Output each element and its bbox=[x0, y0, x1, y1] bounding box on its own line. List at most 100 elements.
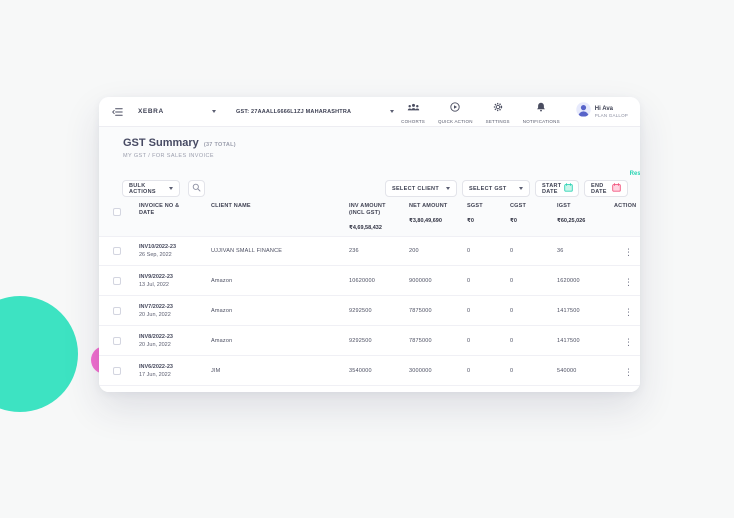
row-checkbox[interactable] bbox=[113, 367, 121, 375]
select-client-dropdown[interactable]: SELECT CLIENT bbox=[385, 180, 457, 197]
select-gst-dropdown[interactable]: SELECT GST bbox=[462, 180, 530, 197]
table-row[interactable]: INV6/2022-23 17 Jun, 2022 JIM 3540000 30… bbox=[99, 356, 640, 386]
invoice-date: 13 Jul, 2022 bbox=[139, 281, 211, 289]
nav-item-cohorts[interactable]: COHORTS bbox=[401, 99, 425, 124]
user-plan: PLAN GALLOP bbox=[595, 113, 628, 118]
end-date-label: END DATE bbox=[591, 183, 609, 195]
inv-amount-value: 236 bbox=[349, 248, 409, 254]
gst-dropdown[interactable]: GST: 27AAALL6666L1ZJ MAHARASHTRA bbox=[236, 109, 394, 115]
reset-filters-link[interactable]: Reset bbox=[630, 171, 640, 177]
notifications-icon bbox=[536, 99, 546, 117]
chevron-down-icon bbox=[169, 187, 173, 190]
select-all-checkbox[interactable] bbox=[113, 208, 121, 216]
total-cgst: ₹0 bbox=[510, 218, 557, 224]
invoice-date: 17 Jun, 2022 bbox=[139, 371, 211, 379]
column-header-client: CLIENT NAME bbox=[211, 203, 349, 210]
settings-icon bbox=[493, 99, 503, 117]
client-name: Amazon bbox=[211, 278, 349, 284]
table-body: INV10/2022-23 26 Sep, 2022 UJJIVAN SMALL… bbox=[99, 236, 640, 392]
invoice-number: INV8/2022-23 bbox=[139, 333, 211, 341]
net-amount-value: 3000000 bbox=[409, 368, 467, 374]
column-header-action: ACTION bbox=[614, 203, 640, 210]
total-net-amount: ₹3,80,49,690 bbox=[409, 218, 467, 224]
company-dropdown[interactable]: XEBRA bbox=[138, 108, 216, 115]
nav-item-notifications[interactable]: NOTIFICATIONS bbox=[523, 99, 560, 124]
total-sgst: ₹0 bbox=[467, 218, 510, 224]
calendar-icon bbox=[564, 183, 573, 194]
net-amount-value: 200 bbox=[409, 248, 467, 254]
chevron-down-icon bbox=[519, 187, 523, 190]
row-actions-kebab-icon[interactable]: ⋮ bbox=[620, 246, 637, 259]
menu-collapse-icon[interactable] bbox=[112, 107, 123, 117]
sgst-value: 0 bbox=[467, 308, 510, 314]
row-actions-kebab-icon[interactable]: ⋮ bbox=[620, 366, 637, 379]
table-row[interactable]: INV5/2022-23 14 Jun, 2022 ⋮ bbox=[99, 386, 640, 392]
table-header: INVOICE NO & DATE CLIENT NAME INV AMOUNT… bbox=[99, 203, 640, 231]
invoice-date: 20 Jun, 2022 bbox=[139, 341, 211, 349]
client-name: Amazon bbox=[211, 308, 349, 314]
sgst-value: 0 bbox=[467, 368, 510, 374]
row-actions-kebab-icon[interactable]: ⋮ bbox=[620, 336, 637, 349]
table-row[interactable]: INV10/2022-23 26 Sep, 2022 UJJIVAN SMALL… bbox=[99, 236, 640, 266]
search-icon bbox=[192, 183, 201, 194]
page-title: GST Summary bbox=[123, 137, 199, 149]
row-checkbox[interactable] bbox=[113, 307, 121, 315]
row-actions-kebab-icon[interactable]: ⋮ bbox=[620, 276, 637, 289]
igst-value: 1417500 bbox=[557, 338, 614, 344]
invoice-date: 26 Sep, 2022 bbox=[139, 251, 211, 259]
client-name: UJJIVAN SMALL FINANCE bbox=[211, 248, 349, 254]
column-header-invoice: INVOICE NO & DATE bbox=[139, 203, 181, 217]
net-amount-value: 7875000 bbox=[409, 308, 467, 314]
cgst-value: 0 bbox=[510, 338, 557, 344]
teal-circle-decoration bbox=[0, 296, 78, 412]
start-date-label: START DATE bbox=[542, 183, 561, 195]
inv-amount-value: 9292500 bbox=[349, 338, 409, 344]
column-header-sgst: SGST bbox=[467, 203, 510, 210]
bulk-actions-dropdown[interactable]: BULK ACTIONS bbox=[122, 180, 180, 197]
avatar bbox=[576, 102, 591, 122]
user-greeting: Hi Ava bbox=[595, 106, 628, 112]
nav-label: SETTINGS bbox=[486, 119, 510, 124]
cohorts-icon bbox=[407, 99, 420, 117]
inv-amount-value: 3540000 bbox=[349, 368, 409, 374]
start-date-picker[interactable]: START DATE bbox=[535, 180, 579, 197]
cgst-value: 0 bbox=[510, 278, 557, 284]
gst-dropdown-value: GST: 27AAALL6666L1ZJ MAHARASHTRA bbox=[236, 109, 351, 115]
brand-name: XEBRA bbox=[138, 108, 164, 115]
cgst-value: 0 bbox=[510, 248, 557, 254]
column-header-cgst: CGST bbox=[510, 203, 557, 210]
nav-label: QUICK ACTION bbox=[438, 119, 473, 124]
inv-amount-value: 9292500 bbox=[349, 308, 409, 314]
net-amount-value: 9000000 bbox=[409, 278, 467, 284]
table-row[interactable]: INV9/2022-23 13 Jul, 2022 Amazon 1062000… bbox=[99, 266, 640, 296]
quick-action-icon bbox=[450, 99, 460, 117]
column-header-net-amount: NET AMOUNT bbox=[409, 203, 455, 210]
igst-value: 1417500 bbox=[557, 308, 614, 314]
bulk-actions-label: BULK ACTIONS bbox=[129, 183, 169, 195]
row-checkbox[interactable] bbox=[113, 247, 121, 255]
calendar-icon bbox=[612, 183, 621, 194]
user-menu[interactable]: Hi Ava PLAN GALLOP bbox=[576, 102, 628, 122]
content-area: GST Summary (37 TOTAL) MY GST / FOR SALE… bbox=[99, 127, 640, 392]
igst-value: 540000 bbox=[557, 368, 614, 374]
inv-amount-value: 10620000 bbox=[349, 278, 409, 284]
select-client-label: SELECT CLIENT bbox=[392, 186, 439, 192]
chevron-down-icon bbox=[212, 110, 216, 113]
end-date-picker[interactable]: END DATE bbox=[584, 180, 628, 197]
nav-item-settings[interactable]: SETTINGS bbox=[486, 99, 510, 124]
total-inv-amount: ₹4,69,58,432 bbox=[349, 225, 409, 231]
row-checkbox[interactable] bbox=[113, 337, 121, 345]
invoice-number: INV9/2022-23 bbox=[139, 273, 211, 281]
top-bar: XEBRA GST: 27AAALL6666L1ZJ MAHARASHTRA C… bbox=[99, 97, 640, 127]
search-button[interactable] bbox=[188, 180, 205, 197]
top-bar-actions: COHORTS QUICK ACTION SET bbox=[401, 99, 628, 124]
nav-item-quick-action[interactable]: QUICK ACTION bbox=[438, 99, 473, 124]
table-row[interactable]: INV8/2022-23 20 Jun, 2022 Amazon 9292500… bbox=[99, 326, 640, 356]
cgst-value: 0 bbox=[510, 308, 557, 314]
table-row[interactable]: INV7/2022-23 20 Jun, 2022 Amazon 9292500… bbox=[99, 296, 640, 326]
row-checkbox[interactable] bbox=[113, 277, 121, 285]
nav-label: COHORTS bbox=[401, 119, 425, 124]
row-actions-kebab-icon[interactable]: ⋮ bbox=[620, 306, 637, 319]
column-header-igst: IGST bbox=[557, 203, 614, 210]
breadcrumb: MY GST / FOR SALES INVOICE bbox=[123, 153, 214, 159]
